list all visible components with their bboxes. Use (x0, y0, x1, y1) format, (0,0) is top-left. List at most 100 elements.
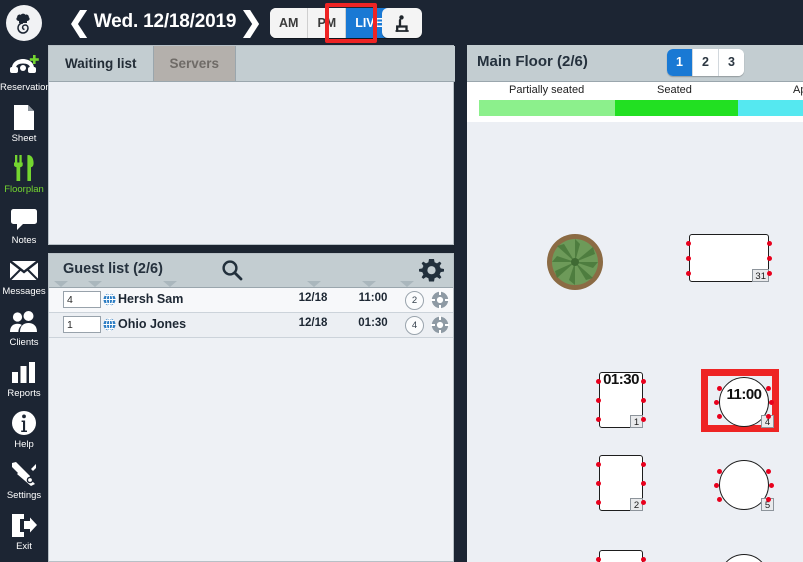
table-row[interactable]: 1 Ohio Jones 12/18 01:30 4 (49, 313, 453, 338)
table-3[interactable]: 3 (596, 550, 646, 562)
sort-indicator[interactable] (362, 281, 376, 287)
sidebar-item-label: Sheet (11, 133, 37, 144)
seat-dot (766, 497, 771, 502)
envelope-icon (0, 255, 48, 285)
seat-dot (769, 483, 774, 488)
table-5[interactable]: 5 (714, 460, 774, 511)
sidebar-item-reports[interactable]: Reports (0, 351, 48, 402)
sidebar-item-reservation[interactable]: Reservation (0, 45, 51, 96)
legend-segment-ap (738, 100, 803, 116)
seat-dot (596, 398, 601, 403)
chef-hat-logo[interactable] (6, 5, 42, 41)
sort-indicator[interactable] (307, 281, 321, 287)
sidebar-item-label: Help (14, 439, 34, 450)
am-button[interactable]: AM (270, 8, 309, 38)
sidebar-item-label: Clients (9, 337, 39, 348)
bar-chart-icon (0, 357, 48, 387)
sidebar-item-floorplan[interactable]: Floorplan (0, 147, 48, 198)
guest-quantity-input[interactable]: 4 (63, 291, 101, 308)
sidebar-item-label: Reservation (0, 82, 51, 93)
floor-plan-header: Main Floor (2/6) 1 2 3 (467, 45, 803, 82)
seat-dot (641, 398, 646, 403)
table-31[interactable]: 31 (686, 234, 772, 282)
sort-indicator[interactable] (400, 281, 414, 287)
sidebar-item-clients[interactable]: Clients (0, 300, 48, 351)
seat-dot (714, 483, 719, 488)
time-mode-toggle-group[interactable]: AM PM LIVE (270, 8, 392, 38)
guest-date: 12/18 (298, 292, 328, 304)
seat-dot (641, 500, 646, 505)
globe-icon (103, 318, 116, 336)
guest-list-header: Guest list (2/6) (49, 254, 453, 288)
potted-plant-icon (547, 234, 603, 290)
legend-segment-seated (615, 100, 739, 116)
guest-name: Ohio Jones (118, 317, 187, 331)
globe-icon (103, 293, 116, 311)
seat-dot (717, 497, 722, 502)
sort-indicator[interactable] (54, 281, 68, 287)
legend-label-partially-seated: Partially seated (509, 84, 585, 96)
accessibility-button[interactable] (382, 8, 422, 38)
sidebar-item-sheet[interactable]: Sheet (0, 96, 48, 147)
seat-dot (596, 462, 601, 467)
floor-page-tab-3[interactable]: 3 (719, 49, 744, 76)
table-time: 01:30 (603, 371, 639, 388)
seat-dot (767, 256, 772, 261)
floor-plan-canvas[interactable]: 31 01:30 1 11:00 4 2 5 (467, 122, 803, 562)
legend-label-seated: Seated (657, 84, 692, 96)
sidebar-item-label: Settings (6, 490, 42, 501)
exit-arrow-icon (0, 510, 48, 540)
sort-indicator[interactable] (163, 281, 177, 287)
table-4[interactable]: 11:00 4 (714, 377, 774, 428)
top-bar: ❮ Wed. 12/18/2019 ❯ AM PM LIVE (0, 0, 803, 45)
floor-page-tabs[interactable]: 1 2 3 (667, 49, 744, 76)
sidebar-item-messages[interactable]: Messages (0, 249, 48, 300)
sidebar-item-label: Floorplan (4, 184, 44, 195)
status-legend: Partially seated Seated Ap (467, 82, 803, 122)
seat-dot (767, 271, 772, 276)
target-icon[interactable] (431, 291, 449, 314)
sort-indicator[interactable] (88, 281, 102, 287)
guest-time: 11:00 (358, 292, 388, 304)
legend-bar (479, 100, 803, 116)
left-column: Waiting list Servers Guest list (2/6) 4 … (48, 45, 455, 562)
sidebar-item-label: Messages (2, 286, 46, 297)
table-number: 31 (752, 269, 769, 282)
seat-dot (714, 400, 719, 405)
guest-quantity-input[interactable]: 1 (63, 316, 101, 333)
phone-plus-icon (0, 51, 48, 81)
target-icon[interactable] (431, 316, 449, 339)
sidebar-rail: Reservation Sheet Floorplan Notes Messag… (0, 45, 51, 562)
seat-dot (686, 271, 691, 276)
wheelchair-icon (394, 14, 409, 32)
sidebar-item-notes[interactable]: Notes (0, 198, 48, 249)
panel-divider (455, 45, 467, 562)
table-time: 11:00 (726, 386, 762, 403)
current-date-label: Wed. 12/18/2019 (93, 11, 237, 32)
legend-segment-partially-seated (479, 100, 616, 116)
info-circle-icon (0, 408, 48, 438)
sidebar-item-exit[interactable]: Exit (0, 504, 48, 555)
document-icon (0, 102, 48, 132)
sidebar-item-settings[interactable]: Settings (0, 453, 48, 504)
speech-bubble-icon (0, 204, 48, 234)
table-6[interactable]: 6 (719, 554, 769, 562)
people-icon (0, 306, 48, 336)
sidebar-item-help[interactable]: Help (0, 402, 48, 453)
table-row[interactable]: 4 Hersh Sam 12/18 11:00 2 (49, 288, 453, 313)
next-day-button[interactable]: ❯ (238, 8, 264, 38)
floor-page-tab-1[interactable]: 1 (667, 49, 693, 76)
table-2[interactable]: 2 (596, 455, 646, 511)
tab-servers[interactable]: Servers (153, 46, 237, 81)
seat-dot (641, 462, 646, 467)
seat-dot (596, 379, 601, 384)
previous-day-button[interactable]: ❮ (66, 8, 92, 38)
gear-icon[interactable] (418, 257, 445, 289)
seat-dot (769, 400, 774, 405)
floor-page-tab-2[interactable]: 2 (693, 49, 719, 76)
pm-button[interactable]: PM (308, 8, 347, 38)
search-icon[interactable] (221, 259, 243, 286)
tab-waiting-list[interactable]: Waiting list (49, 46, 154, 81)
table-1[interactable]: 01:30 1 (596, 371, 646, 428)
seat-dot (686, 256, 691, 261)
